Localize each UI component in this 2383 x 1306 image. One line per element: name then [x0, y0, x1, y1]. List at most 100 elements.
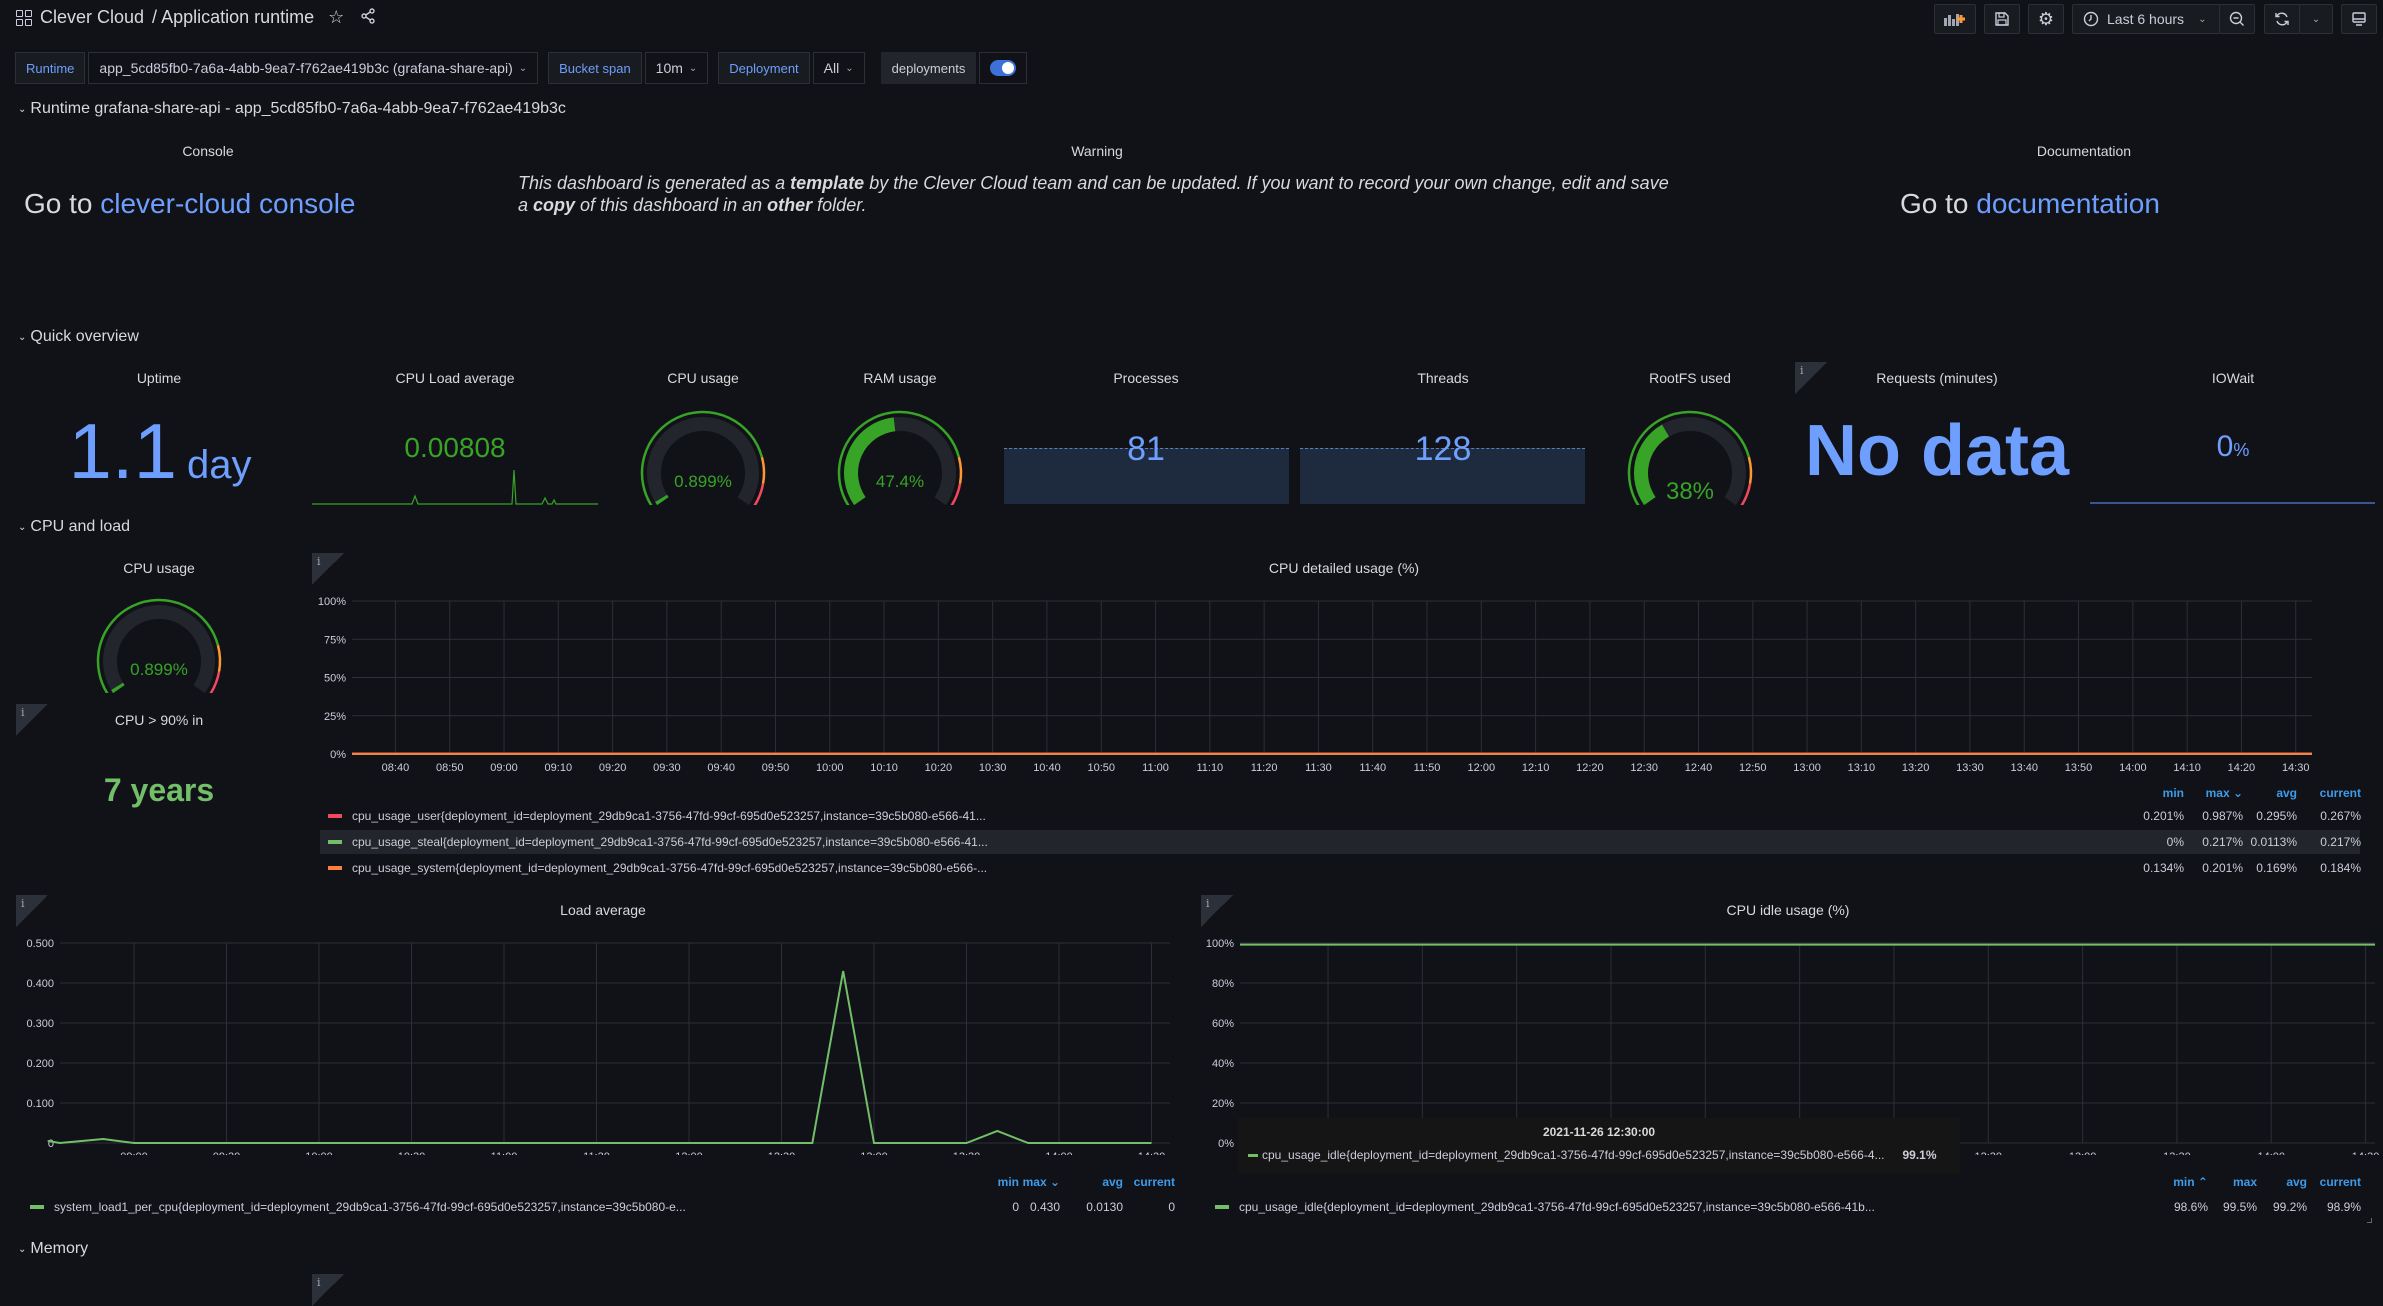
var-select-bucket-span[interactable]: 10m ⌄ — [644, 52, 709, 84]
y-tick-label: 0.100 — [26, 1098, 54, 1110]
documentation-link[interactable]: documentation — [1976, 188, 2160, 219]
legend-header-max[interactable]: max ⌄ — [1000, 1175, 1060, 1189]
x-tick-label: 11:20 — [1251, 762, 1278, 774]
legend-header-min[interactable]: min — [2124, 786, 2184, 800]
clever-cloud-console-link[interactable]: clever-cloud console — [100, 188, 355, 219]
x-tick-label: 11:00 — [1142, 762, 1169, 774]
chevron-down-icon: ⌄ — [18, 331, 27, 343]
x-tick-label: 13:00 — [2069, 1151, 2097, 1155]
breadcrumb-folder[interactable]: Clever Cloud — [40, 7, 144, 28]
row-runtime[interactable]: ⌄ Runtime grafana-share-api - app_5cd85fb… — [18, 100, 566, 118]
gauge-value: 0.899% — [674, 472, 732, 491]
legend-series-name: system_load1_per_cpu{deployment_id=deplo… — [54, 1200, 686, 1214]
x-tick-label: 09:20 — [599, 762, 627, 774]
share-icon[interactable] — [360, 8, 376, 27]
cpu-detailed-chart[interactable]: 0% 25% 50% 75% 100% 08:40 08:50 09:00 09:10 09:20… — [300, 590, 2375, 785]
x-tick-label: 12:30 — [1630, 762, 1658, 774]
legend-header-avg[interactable]: avg — [2237, 786, 2297, 800]
x-tick-label: 10:30 — [398, 1151, 426, 1155]
info-icon[interactable]: i — [312, 553, 344, 585]
console-prefix: Go to — [24, 188, 101, 219]
tv-mode-button[interactable] — [2341, 4, 2377, 34]
refresh-button[interactable] — [2264, 4, 2300, 34]
x-tick-label: 09:00 — [490, 762, 518, 774]
save-dashboard-button[interactable] — [1984, 4, 2020, 34]
x-tick-label: 10:30 — [979, 762, 1007, 774]
gauge-threshold-orange — [957, 456, 963, 484]
x-tick-label: 13:00 — [1793, 762, 1821, 774]
time-range-picker[interactable]: Last 6 hours ⌄ — [2072, 4, 2220, 34]
chart-tooltip: 2021-11-26 12:30:00 cpu_usage_idle{deplo… — [1238, 1118, 1960, 1174]
x-tick-label: 13:50 — [2065, 762, 2093, 774]
x-tick-label: 10:00 — [816, 762, 844, 774]
x-tick-label: 10:40 — [1033, 762, 1061, 774]
zoom-out-button[interactable] — [2219, 4, 2255, 34]
y-tick-label: 0.400 — [26, 978, 54, 990]
toggle-switch[interactable] — [990, 60, 1017, 76]
x-tick-label: 09:10 — [545, 762, 573, 774]
dashboard-title[interactable]: Application runtime — [161, 7, 314, 28]
star-icon[interactable]: ☆ — [328, 7, 344, 28]
row-memory-title: Memory — [30, 1240, 89, 1257]
cpu-load-value: 0.00808 — [404, 432, 506, 463]
gauge-threshold-orange — [216, 644, 222, 672]
rootfs-gauge: 38% — [1627, 410, 1753, 505]
row-memory[interactable]: ⌄ Memory — [18, 1240, 88, 1258]
add-panel-button[interactable] — [1934, 4, 1976, 34]
dashboards-grid-icon[interactable] — [16, 9, 32, 26]
panel-title-rootfs: RootFS used — [1649, 370, 1731, 386]
save-icon — [1995, 12, 2009, 26]
var-select-runtime[interactable]: app_5cd85fb0-7a6a-4abb-9ea7-f762ae419b3c… — [88, 52, 539, 84]
warning-bold: template — [790, 173, 865, 193]
y-tick-label: 0.200 — [26, 1058, 54, 1070]
variables-bar: Runtime app_5cd85fb0-7a6a-4abb-9ea7-f762… — [15, 52, 1028, 84]
legend-header-max[interactable]: max ⌄ — [2183, 786, 2243, 800]
info-icon[interactable]: i — [16, 704, 48, 736]
var-value-deployment: All — [823, 60, 840, 76]
dashboard-settings-button[interactable]: ⚙ — [2028, 4, 2064, 34]
x-tick-label: 14:30 — [2282, 762, 2310, 774]
x-tick-label: 13:00 — [860, 1151, 888, 1155]
resize-handle[interactable] — [2367, 1218, 2372, 1223]
legend-header-current[interactable]: current — [2301, 1175, 2361, 1189]
info-icon[interactable]: i — [16, 895, 48, 927]
legend-header-current[interactable]: current — [1115, 1175, 1175, 1189]
panel-title-cpu-usage-quick: CPU usage — [667, 370, 739, 386]
var-select-deployment[interactable]: All ⌄ — [812, 52, 865, 84]
clock-icon — [2083, 11, 2099, 27]
y-tick-label: 100% — [318, 596, 346, 608]
y-tick-label: 100% — [1206, 938, 1234, 950]
refresh-interval-dropdown[interactable]: ⌄ — [2299, 4, 2333, 34]
legend-value-current: 0.267% — [2320, 809, 2361, 823]
info-icon[interactable]: i — [1201, 895, 1233, 927]
x-tick-label: 09:30 — [653, 762, 681, 774]
row-cpu-and-load[interactable]: ⌄ CPU and load — [18, 518, 130, 536]
x-tick-label: 11:30 — [1305, 762, 1332, 774]
zoom-out-icon — [2229, 11, 2244, 26]
legend-item[interactable]: cpu_usage_user{deployment_id=deployment_… — [320, 804, 2360, 828]
legend-item[interactable]: cpu_usage_steal{deployment_id=deployment… — [320, 830, 2360, 854]
legend-value-current: 98.9% — [2326, 1200, 2361, 1214]
x-tick-label: 14:00 — [2257, 1151, 2285, 1155]
info-icon[interactable]: i — [312, 1274, 344, 1306]
warning-part: of this dashboard in an — [575, 195, 768, 215]
legend-header-avg[interactable]: avg — [2247, 1175, 2307, 1189]
row-quick-overview[interactable]: ⌄ Quick overview — [18, 328, 139, 346]
x-tick-label: 08:40 — [382, 762, 410, 774]
x-tick-label: 11:10 — [1196, 762, 1223, 774]
panel-title-cpu-usage: CPU usage — [123, 560, 195, 576]
legend-series-name: cpu_usage_idle{deployment_id=deployment_… — [1239, 1200, 1875, 1214]
deployments-toggle[interactable] — [979, 52, 1028, 84]
x-tick-label: 12:20 — [1576, 762, 1604, 774]
legend-header-avg[interactable]: avg — [1063, 1175, 1123, 1189]
x-tick-label: 12:00 — [1468, 762, 1496, 774]
info-icon[interactable]: i — [1795, 362, 1827, 394]
tooltip-series-name: cpu_usage_idle{deployment_id=deployment_… — [1262, 1148, 1885, 1162]
load-average-chart[interactable]: 0 0.100 0.200 0.300 0.400 0.500 09:00 09:30 10:0… — [0, 930, 1180, 1155]
legend-item[interactable]: cpu_usage_system{deployment_id=deploymen… — [320, 856, 2360, 880]
legend-swatch — [1248, 1153, 1258, 1157]
warning-bold: copy — [533, 195, 576, 215]
legend-series-name: cpu_usage_user{deployment_id=deployment_… — [352, 809, 986, 823]
legend-header-current[interactable]: current — [2301, 786, 2361, 800]
gear-icon: ⚙ — [2037, 8, 2055, 29]
